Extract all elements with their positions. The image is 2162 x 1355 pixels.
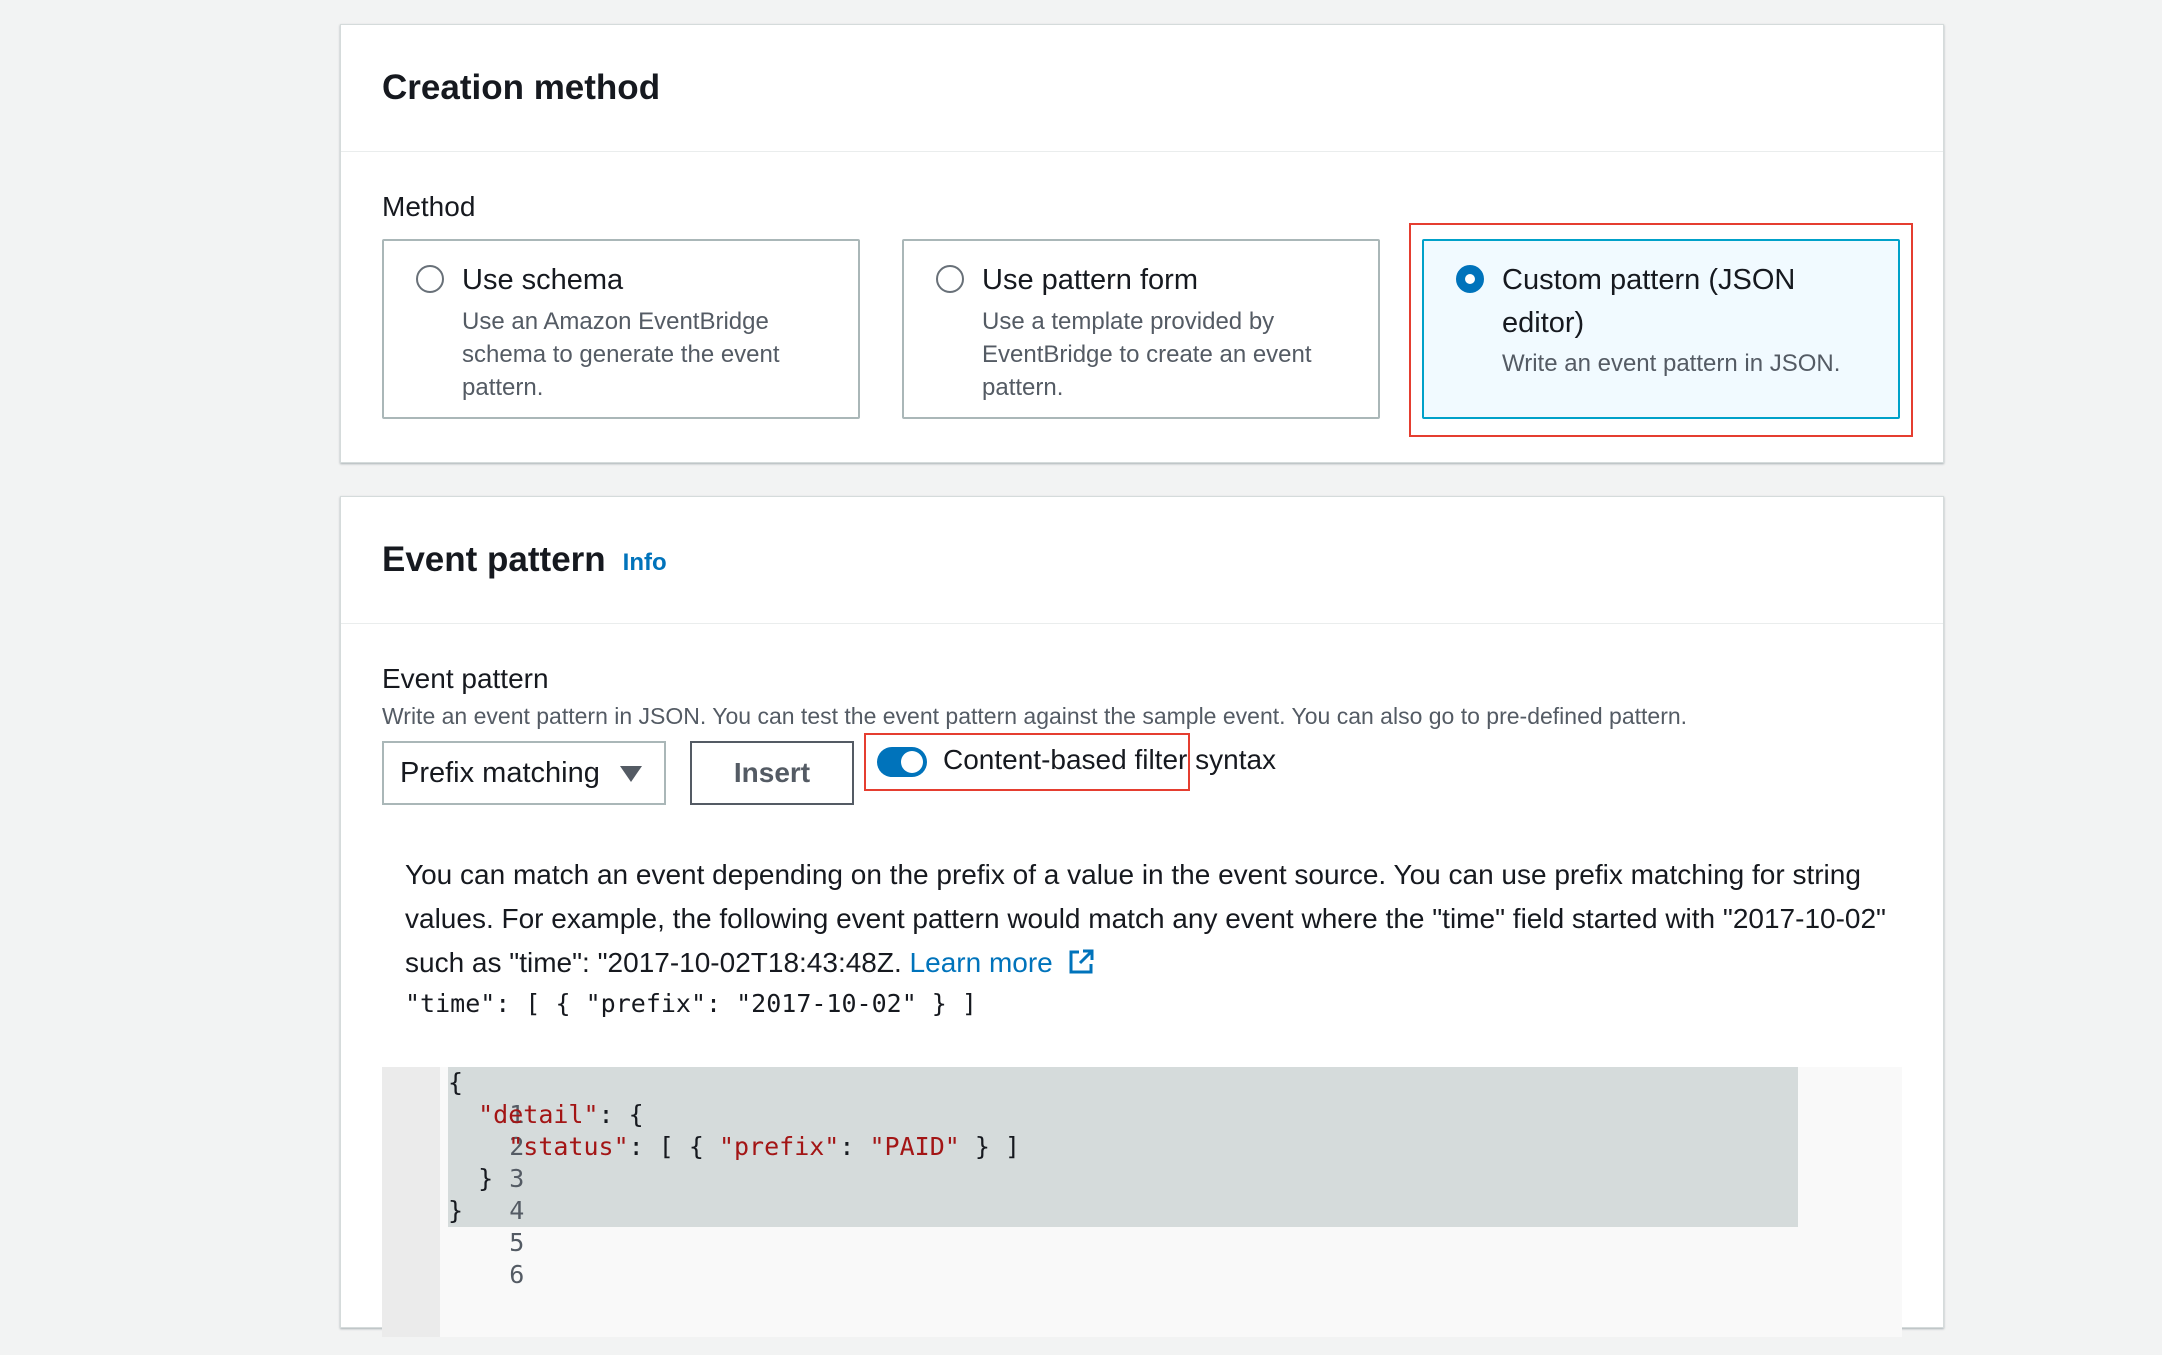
creation-method-header: Creation method xyxy=(341,25,1943,152)
radio-icon[interactable] xyxy=(416,265,444,293)
editor-line[interactable]: 5 } xyxy=(382,1195,1882,1257)
line-number: 6 xyxy=(509,1260,525,1289)
radio-icon[interactable] xyxy=(936,265,964,293)
info-link[interactable]: Info xyxy=(623,549,667,577)
line-code: { xyxy=(448,1068,464,1097)
event-pattern-title: Event pattern xyxy=(382,540,606,579)
content-filter-toggle[interactable] xyxy=(877,747,927,777)
editor-line[interactable]: 1 { xyxy=(382,1067,1882,1129)
learn-more-link[interactable]: Learn more xyxy=(910,947,1053,978)
event-pattern-panel: Event pattern Info Event pattern Write a… xyxy=(340,496,1944,1337)
json-editor[interactable]: 1 { 2 "detail": { 3 "status": [ { "prefi… xyxy=(382,1067,1902,1337)
line-code: "detail": { xyxy=(478,1100,644,1129)
creation-method-panel: Creation method Method Use schema Use an… xyxy=(340,24,1944,463)
use-pattern-form-description: Use a template provided by EventBridge t… xyxy=(982,308,1312,401)
use-pattern-form-option[interactable]: Use pattern form Use a template provided… xyxy=(902,239,1380,419)
prefix-matching-help: You can match an event depending on the … xyxy=(405,853,1895,985)
event-pattern-field-label: Event pattern xyxy=(382,663,549,694)
radio-checked-icon[interactable] xyxy=(1456,265,1484,293)
content-filter-toggle-label: Content-based filter syntax xyxy=(943,744,1277,775)
creation-method-title: Creation method xyxy=(382,68,661,107)
line-code: } xyxy=(448,1164,494,1193)
custom-pattern-option[interactable]: Custom pattern (JSON editor) Write an ev… xyxy=(1422,239,1900,419)
caret-down-icon xyxy=(620,766,642,782)
toggle-knob xyxy=(901,751,923,773)
dropdown-value: Prefix matching xyxy=(400,756,600,789)
event-pattern-header: Event pattern Info xyxy=(341,497,1943,624)
line-code: "status": [ { "prefix": "PAID" } ] xyxy=(508,1132,1021,1161)
event-pattern-field-description: Write an event pattern in JSON. You can … xyxy=(382,703,1688,729)
use-pattern-form-title: Use pattern form xyxy=(982,264,1198,296)
insert-button[interactable]: Insert xyxy=(690,741,854,805)
editor-line[interactable]: 3 "status": [ { "prefix": "PAID" } ] xyxy=(382,1131,1882,1193)
use-schema-description: Use an Amazon EventBridge schema to gene… xyxy=(462,308,780,401)
line-code: } xyxy=(448,1196,464,1225)
help-text: You can match an event depending on the … xyxy=(405,859,1886,978)
example-code: "time": [ { "prefix": "2017-10-02" } ] xyxy=(405,989,977,1018)
custom-pattern-description: Write an event pattern in JSON. xyxy=(1502,350,1841,377)
external-link-icon[interactable] xyxy=(1067,948,1095,976)
pattern-type-dropdown[interactable]: Prefix matching xyxy=(382,741,666,805)
method-label: Method xyxy=(382,191,476,222)
use-schema-title: Use schema xyxy=(462,264,624,296)
editor-line[interactable]: 6 xyxy=(382,1227,1882,1289)
editor-line[interactable]: 4 } xyxy=(382,1163,1882,1225)
custom-pattern-title: Custom pattern (JSON editor) xyxy=(1502,264,1796,339)
use-schema-option[interactable]: Use schema Use an Amazon EventBridge sch… xyxy=(382,239,860,419)
editor-line[interactable]: 2 "detail": { xyxy=(382,1099,1882,1161)
